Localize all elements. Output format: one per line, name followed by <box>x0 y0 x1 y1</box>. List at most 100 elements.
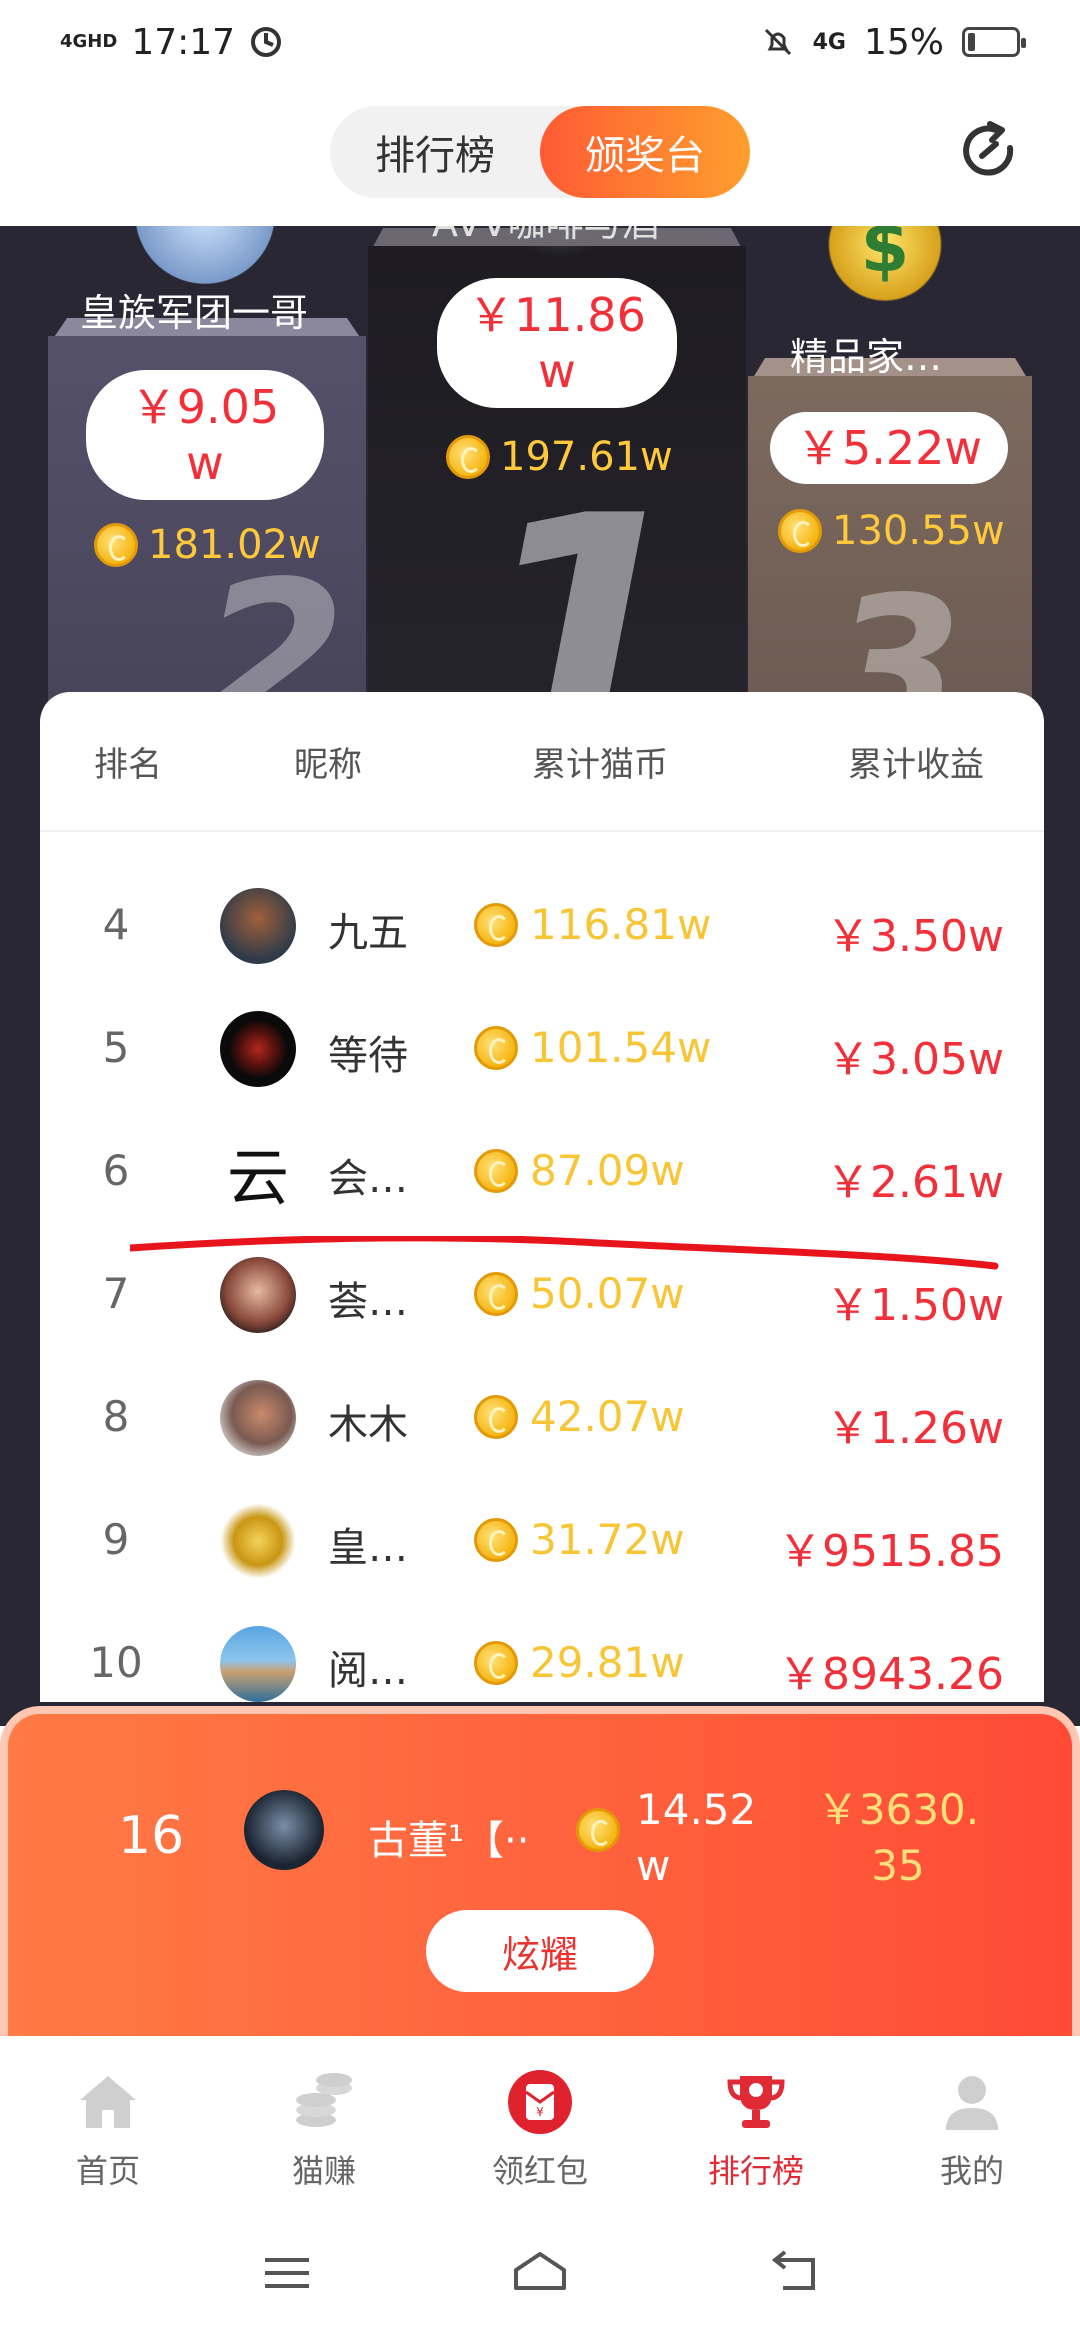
coin-icon <box>576 1808 620 1852</box>
table-row[interactable]: 5 等待 101.54w ￥3.05w <box>40 987 1044 1110</box>
row-rank: 9 <box>102 1515 130 1564</box>
flaunt-button[interactable]: 炫耀 <box>426 1910 654 1992</box>
second-place-earnings: ￥9.05 w <box>86 370 324 500</box>
row-rank: 6 <box>102 1146 130 1195</box>
row-earnings: ￥1.26w <box>826 1403 1004 1454</box>
row-earnings: ￥8943.26 <box>778 1649 1004 1700</box>
row-coins-text: 116.81w <box>530 900 712 949</box>
table-row[interactable]: 6 云 会… 87.09w ￥2.61w <box>40 1110 1044 1233</box>
coin-icon <box>474 1271 518 1316</box>
header-earnings: 累计收益 <box>848 744 984 785</box>
nav-home-label: 首页 <box>75 2152 140 2190</box>
table-row[interactable]: 10 阅… 29.81w ￥8943.26 <box>40 1602 1044 1702</box>
row-name: 荟… <box>328 1279 408 1325</box>
back-icon[interactable] <box>763 2248 823 2298</box>
row-name: 木木 <box>328 1402 408 1448</box>
row-coins: 87.09w <box>474 1146 685 1195</box>
signal-indicator: 4G <box>812 29 846 55</box>
third-place-earnings: ￥5.22w <box>770 412 1008 484</box>
my-coins: 14.52 w <box>636 1785 757 1890</box>
tab-switcher: 排行榜 颁奖台 <box>330 106 750 198</box>
first-place-earnings: ￥11.86 w <box>437 278 677 408</box>
mute-bell-icon <box>764 28 791 56</box>
avatar[interactable] <box>220 1626 296 1702</box>
header-nickname: 昵称 <box>294 744 362 785</box>
third-place-name: 精品家… <box>790 335 943 379</box>
third-place-earnings-text: ￥5.22w <box>795 421 983 475</box>
avatar[interactable] <box>220 1011 296 1087</box>
first-place-coins-text: 197.61w <box>500 434 673 480</box>
second-place-earnings-text: ￥9.05 w <box>130 380 280 490</box>
nav-cat-earn[interactable]: 猫赚 <box>216 2036 432 2206</box>
svg-text:¥: ¥ <box>536 2105 544 2119</box>
coin-icon <box>474 902 518 947</box>
nav-mine[interactable]: 我的 <box>864 2036 1080 2206</box>
trophy-icon <box>727 2076 785 2128</box>
row-coins-text: 50.07w <box>530 1269 685 1318</box>
home-gesture-icon[interactable] <box>510 2248 570 2298</box>
avatar[interactable] <box>220 1503 296 1579</box>
first-place-coins: 197.61w <box>446 434 673 480</box>
coin-icon <box>446 435 490 479</box>
row-rank: 8 <box>102 1392 130 1441</box>
header-coins: 累计猫币 <box>532 744 668 785</box>
row-coins-text: 101.54w <box>530 1023 712 1072</box>
ranking-list-card: 排名 昵称 累计猫币 累计收益 4 九五 116.81w ￥3.50w 5 等待… <box>40 692 1044 1702</box>
sync-icon <box>251 27 282 57</box>
header: 排行榜 颁奖台 <box>0 84 1080 226</box>
status-time: 17:17 <box>131 21 236 63</box>
nav-home[interactable]: 首页 <box>0 2036 216 2206</box>
table-row[interactable]: 4 九五 116.81w ￥3.50w <box>40 864 1044 987</box>
system-nav-bar <box>0 2206 1080 2340</box>
avatar-text: 云 <box>226 1141 289 1214</box>
nav-leaderboard-label: 排行榜 <box>707 2152 804 2190</box>
red-annotation-line <box>130 1236 999 1270</box>
table-header: 排名 昵称 累计猫币 累计收益 <box>40 692 1044 832</box>
table-row[interactable]: 9 皇… 31.72w ￥9515.85 <box>40 1479 1044 1602</box>
nav-leaderboard[interactable]: 排行榜 <box>648 2036 864 2206</box>
avatar-third[interactable]: $ <box>815 226 955 316</box>
second-place-coins-text: 181.02w <box>148 522 321 568</box>
avatar[interactable] <box>220 888 296 964</box>
row-coins-text: 87.09w <box>530 1146 685 1195</box>
row-coins-text: 29.81w <box>530 1638 685 1687</box>
tab-leaderboard[interactable]: 排行榜 <box>330 106 540 198</box>
row-earnings: ￥3.05w <box>826 1034 1004 1085</box>
my-avatar[interactable] <box>244 1790 324 1870</box>
coin-icon <box>778 509 822 553</box>
row-coins: 29.81w <box>474 1638 685 1687</box>
avatar[interactable]: 云 <box>220 1134 296 1214</box>
row-coins: 31.72w <box>474 1515 685 1564</box>
coin-icon <box>94 523 138 567</box>
third-place-coins: 130.55w <box>778 508 1005 554</box>
row-coins: 116.81w <box>474 900 711 949</box>
third-place-coins-text: 130.55w <box>832 508 1005 554</box>
coin-icon <box>474 1025 518 1070</box>
coin-icon <box>474 1148 518 1193</box>
row-rank: 10 <box>89 1638 143 1687</box>
first-place-earnings-text: ￥11.86 w <box>468 288 646 398</box>
row-coins: 50.07w <box>474 1269 685 1318</box>
row-name: 阅… <box>328 1648 408 1694</box>
coins-stack-icon <box>296 2073 352 2127</box>
my-name: 古董¹【·· <box>368 1818 530 1864</box>
home-icon <box>80 2076 136 2128</box>
header-rank: 排名 <box>94 744 162 785</box>
menu-icon[interactable] <box>257 2248 317 2298</box>
nav-red-envelope[interactable]: ¥ 领红包 <box>432 2036 648 2206</box>
table-row[interactable]: 8 木木 42.07w ￥1.26w <box>40 1356 1044 1479</box>
tab-award-podium[interactable]: 颁奖台 <box>540 106 750 198</box>
bottom-nav: 首页 猫赚 ¥ 领红包 排行榜 我的 <box>0 2036 1080 2206</box>
avatar[interactable] <box>220 1380 296 1456</box>
row-name: 会… <box>328 1156 408 1202</box>
refresh-icon[interactable] <box>952 114 1028 190</box>
avatar-second[interactable] <box>115 226 295 286</box>
row-rank: 5 <box>102 1023 130 1072</box>
red-envelope-icon: ¥ <box>508 2070 572 2134</box>
my-rank-number: 16 <box>118 1806 185 1866</box>
row-coins: 42.07w <box>474 1392 685 1441</box>
second-place-coins: 181.02w <box>94 522 321 568</box>
row-earnings: ￥2.61w <box>826 1157 1004 1208</box>
row-coins-text: 42.07w <box>530 1392 685 1441</box>
first-place-name: AVV咖啡与酒 <box>432 226 660 247</box>
